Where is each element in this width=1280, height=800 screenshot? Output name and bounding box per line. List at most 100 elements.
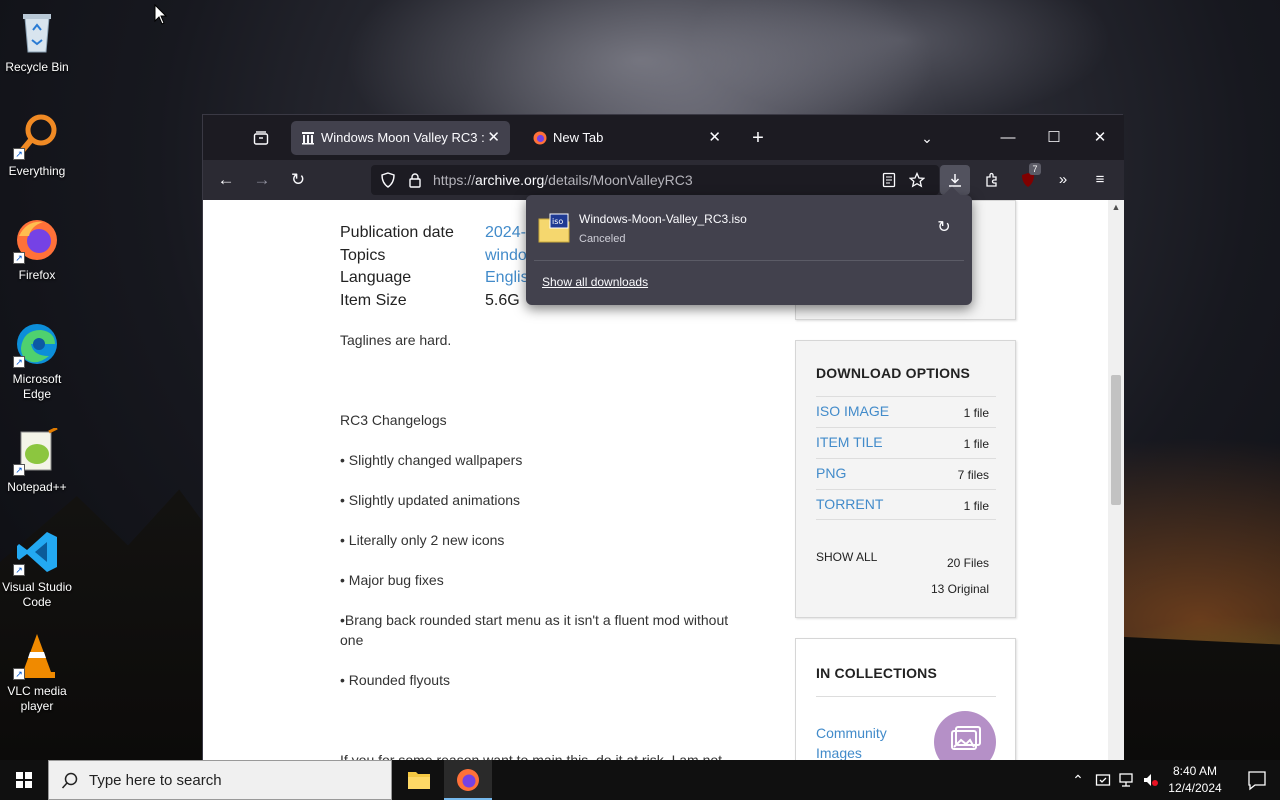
description-paragraph: Taglines are hard.: [340, 332, 452, 348]
download-file-name: Windows-Moon-Valley_RC3.iso: [579, 212, 747, 226]
forward-button[interactable]: →: [247, 166, 277, 194]
search-placeholder: Type here to search: [89, 772, 222, 789]
collection-thumbnail[interactable]: [934, 711, 996, 761]
show-all-downloads-button[interactable]: Show all downloads: [542, 275, 648, 289]
download-option-link[interactable]: TORRENT: [816, 496, 883, 512]
shortcut-arrow-icon: ↗: [13, 564, 25, 576]
description-paragraph: • Literally only 2 new icons: [340, 532, 505, 548]
description-paragraph: • Rounded flyouts: [340, 672, 450, 688]
desktop-icon-everything[interactable]: ↗ Everything: [0, 112, 74, 179]
app-menu-button[interactable]: ≡: [1085, 165, 1115, 195]
taskbar-search-box[interactable]: Type here to search: [48, 760, 392, 800]
description-paragraph: • Slightly updated animations: [340, 492, 521, 508]
scroll-up-icon[interactable]: ▲: [1111, 202, 1121, 212]
desktop-icon-label: Everything: [8, 164, 66, 178]
taskbar-firefox[interactable]: [444, 760, 492, 800]
retry-icon: ↻: [937, 219, 951, 236]
close-tab-icon[interactable]: ✕: [487, 121, 500, 155]
tray-chevron-up-icon[interactable]: ⌃: [1069, 770, 1087, 790]
desktop-icon-notepad-plus-plus[interactable]: ↗ Notepad++: [0, 426, 74, 495]
metadata-value-link[interactable]: Englis: [485, 267, 529, 290]
start-button[interactable]: [0, 760, 48, 800]
svg-text:iso: iso: [552, 217, 563, 226]
extension-badge: 7: [1029, 163, 1041, 175]
metadata-key: Publication date: [340, 224, 454, 241]
tab-archive-org[interactable]: Windows Moon Valley RC3 : Du ✕: [291, 121, 510, 155]
taskbar: Type here to search ⌃ 8:40 AM 12/4/2024: [0, 760, 1280, 800]
retry-download-button[interactable]: ↻: [934, 218, 954, 238]
extensions-button[interactable]: [977, 165, 1007, 195]
close-window-button[interactable]: ✕: [1077, 115, 1123, 160]
chevron-down-icon: ⌄: [921, 130, 933, 146]
new-tab-button[interactable]: +: [746, 123, 770, 153]
desktop-icon-edge[interactable]: ↗ Microsoft Edge: [0, 320, 74, 402]
desktop-icon-label: Firefox: [18, 268, 56, 282]
metadata-value-link[interactable]: windo: [485, 245, 527, 268]
tab-new-tab[interactable]: New Tab ✕: [523, 121, 731, 155]
desktop-icon-label: VLC media player: [7, 684, 67, 713]
clock-date: 12/4/2024: [1168, 781, 1222, 795]
tray-network-icon[interactable]: [1117, 770, 1135, 790]
url-bar[interactable]: https://archive.org/details/MoonValleyRC…: [371, 165, 939, 195]
ublock-origin-button[interactable]: 7: [1013, 163, 1043, 195]
list-all-tabs-button[interactable]: ⌄: [915, 123, 939, 153]
download-option-link[interactable]: PNG: [816, 465, 846, 481]
desktop-icon-vscode[interactable]: ↗ Visual Studio Code: [0, 528, 74, 610]
url-text[interactable]: https://archive.org/details/MoonValleyRC…: [433, 165, 693, 195]
url-host: archive.org: [475, 172, 545, 188]
metadata-key: Topics: [340, 246, 386, 264]
taskbar-clock[interactable]: 8:40 AM 12/4/2024: [1162, 763, 1228, 797]
desktop-icon-label: Visual Studio Code: [2, 580, 72, 609]
shortcut-arrow-icon: ↗: [13, 148, 25, 160]
shortcut-arrow-icon: ↗: [13, 464, 25, 476]
collection-link[interactable]: Community Images: [816, 723, 906, 761]
hamburger-menu-icon: ≡: [1095, 171, 1105, 188]
firefox-icon: [457, 769, 479, 791]
show-all-link[interactable]: SHOW ALL: [816, 550, 877, 564]
more-tools-button[interactable]: »: [1048, 165, 1078, 195]
download-option-row: TORRENT 1 file: [816, 489, 996, 520]
clock-time: 8:40 AM: [1172, 764, 1218, 778]
recycle-bin-icon: [13, 8, 61, 56]
download-option-link[interactable]: ISO IMAGE: [816, 403, 889, 419]
downloads-panel: iso Windows-Moon-Valley_RC3.iso Canceled…: [526, 186, 972, 305]
desktop-icon-vlc[interactable]: ↗ VLC media player: [0, 632, 74, 714]
bookmark-star-icon[interactable]: [909, 172, 925, 188]
lock-icon[interactable]: [407, 172, 423, 188]
archive-org-icon: [302, 132, 314, 145]
download-status: Canceled: [579, 233, 626, 245]
download-option-count: 1 file: [963, 406, 989, 420]
download-option-link[interactable]: ITEM TILE: [816, 434, 883, 450]
desktop-icon-recycle-bin[interactable]: Recycle Bin: [0, 8, 74, 75]
reload-button[interactable]: ↻: [283, 166, 313, 194]
taskbar-file-explorer[interactable]: [395, 760, 443, 800]
tab-title: Windows Moon Valley RC3 : Du: [321, 130, 486, 145]
reader-view-icon[interactable]: [881, 172, 897, 188]
firefox-view-icon: [253, 131, 269, 145]
minimize-button[interactable]: —: [985, 115, 1031, 160]
back-button[interactable]: ←: [211, 166, 241, 194]
tray-volume-muted-icon[interactable]: [1141, 770, 1159, 790]
search-icon: [61, 772, 78, 789]
tray-security-icon[interactable]: [1094, 770, 1112, 790]
close-tab-icon[interactable]: ✕: [708, 121, 721, 155]
shortcut-arrow-icon: ↗: [13, 668, 25, 680]
total-files-count: 20 Files: [946, 556, 989, 570]
action-center-button[interactable]: [1234, 760, 1280, 800]
desktop-icon-firefox[interactable]: ↗ Firefox: [0, 216, 74, 283]
scroll-thumb[interactable]: [1111, 375, 1121, 505]
windows-logo-icon: [16, 772, 32, 788]
download-options-heading: DOWNLOAD OPTIONS: [816, 365, 971, 381]
firefox-view-button[interactable]: [249, 126, 273, 150]
minimize-icon: —: [1000, 129, 1016, 146]
page-scrollbar[interactable]: ▲: [1108, 200, 1124, 761]
download-item[interactable]: iso Windows-Moon-Valley_RC3.iso Canceled…: [534, 203, 964, 253]
maximize-button[interactable]: ☐: [1031, 115, 1077, 160]
iso-file-icon: iso: [538, 213, 570, 243]
url-path: /details/MoonValleyRC3: [544, 172, 693, 188]
tracking-protection-shield-icon[interactable]: [380, 172, 396, 188]
description-paragraph: • Slightly changed wallpapers: [340, 452, 523, 468]
metadata-value-link[interactable]: 2024-: [485, 222, 526, 245]
firefox-window: Windows Moon Valley RC3 : Du ✕ New Tab ✕…: [202, 114, 1124, 761]
download-option-count: 1 file: [963, 499, 989, 513]
